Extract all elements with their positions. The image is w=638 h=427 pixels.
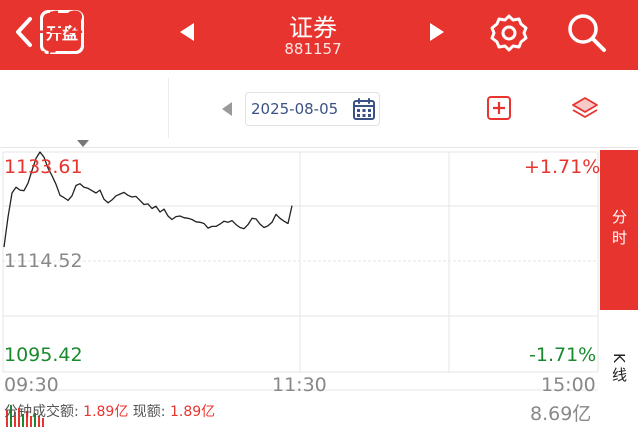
add-square-icon[interactable] — [486, 95, 512, 121]
price-change-percent: 0.78% — [98, 48, 156, 69]
volume-label: 分钟成交额: — [4, 404, 79, 420]
app-root: 开盘 证券 881157 1123.16 8.65 0.78% 2025-08-… — [0, 0, 638, 427]
x-axis-end: 15:00 — [541, 374, 596, 396]
page-title: 证券 — [289, 14, 337, 42]
x-axis-start: 09:30 — [4, 374, 59, 396]
stock-code: 881157 — [284, 40, 342, 58]
expand-triangle-icon[interactable] — [77, 140, 89, 147]
x-axis-mid: 11:30 — [272, 374, 327, 396]
tab-intraday[interactable]: 分时 — [600, 150, 638, 310]
y-axis-mid: 1114.52 — [4, 250, 83, 272]
pct-axis-low: -1.71% — [529, 344, 597, 366]
price-change: 8.65 — [18, 48, 59, 69]
volume-max: 8.69亿 — [530, 403, 592, 425]
tab-kline[interactable]: K线 — [600, 312, 638, 427]
date-picker[interactable]: 2025-08-05 — [245, 92, 380, 126]
gear-icon[interactable] — [488, 12, 530, 54]
amount-value: 1.89亿 — [169, 404, 216, 420]
date-value: 2025-08-05 — [251, 100, 339, 118]
y-axis-high: 1133.61 — [4, 156, 83, 178]
volume-value: 1.89亿 — [83, 404, 129, 420]
triangle-left-icon[interactable] — [220, 100, 234, 118]
calendar-icon[interactable] — [352, 97, 376, 121]
search-icon[interactable] — [564, 10, 608, 54]
tab-kline-label: K线 — [610, 353, 628, 386]
tab-intraday-label: 分时 — [610, 209, 628, 251]
amount-label: 现额: — [132, 404, 166, 420]
triangle-left-icon[interactable] — [176, 20, 198, 44]
layers-icon[interactable] — [570, 94, 600, 122]
volume-info: 分钟成交额: 1.89亿 现额: 1.89亿 — [4, 401, 215, 421]
y-axis-low: 1095.42 — [4, 344, 83, 366]
triangle-right-icon[interactable] — [426, 20, 448, 44]
last-price: 1123.16 — [27, 6, 155, 41]
intraday-chart[interactable]: 1133.61 +1.71% 1114.52 1095.42 -1.71% 09… — [0, 150, 600, 427]
pct-axis-high: +1.71% — [524, 156, 601, 178]
divider — [168, 78, 169, 138]
